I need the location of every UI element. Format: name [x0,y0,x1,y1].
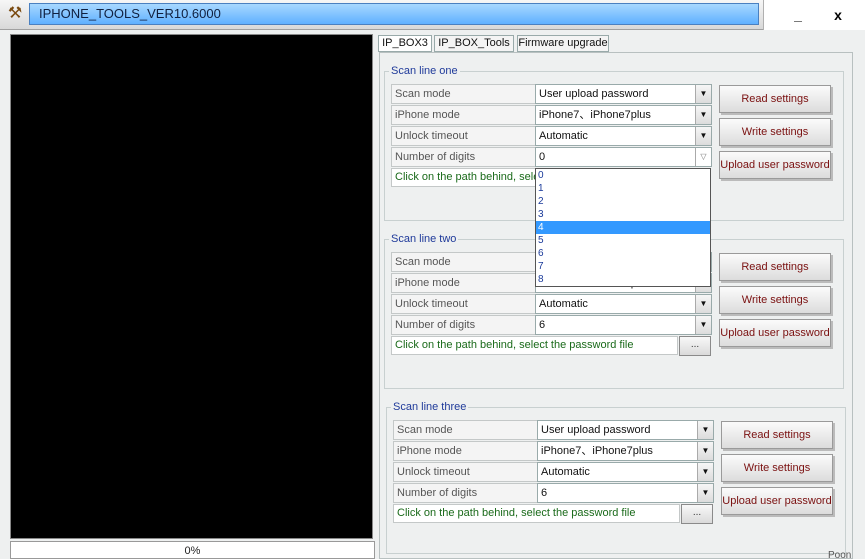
dropdown-arrow-icon[interactable]: ▼ [695,85,711,103]
unlock-timeout-value: Automatic [539,298,588,310]
number-of-digits-select[interactable]: 6 ▼ [535,315,712,335]
scan-mode-value: User upload password [539,88,649,100]
scan-mode-label: Scan mode [393,420,538,440]
dropdown-arrow-icon[interactable]: ▼ [695,127,711,145]
number-of-digits-select[interactable]: 0 ▽ [535,147,712,167]
minimize-button[interactable]: _ [788,6,808,24]
dropdown-arrow-icon[interactable]: ▼ [697,442,713,460]
iphone-mode-value: iPhone7、iPhone7plus [539,109,651,121]
tab-firmware-upgrade[interactable]: Firmware upgrade [517,35,609,52]
dropdown-arrow-icon[interactable]: ▼ [697,421,713,439]
dropdown-arrow-icon[interactable]: ▼ [695,316,711,334]
partial-footer-text: Poon [828,550,852,559]
group-title: Scan line two [389,232,459,246]
tab-ip-box3[interactable]: IP_BOX3 [378,35,432,52]
chevron-down-icon[interactable]: ▽ [695,148,711,166]
dropdown-arrow-icon[interactable]: ▼ [697,463,713,481]
tab-ip-box-tools[interactable]: IP_BOX_Tools [434,35,514,52]
dropdown-option[interactable]: 6 [536,247,710,260]
password-file-path[interactable]: Click on the path behind, select the pas… [393,504,680,523]
scan-mode-value: User upload password [541,424,651,436]
dropdown-option[interactable]: 5 [536,234,710,247]
dropdown-option[interactable]: 8 [536,273,710,286]
close-button[interactable]: x [828,6,848,24]
iphone-mode-label: iPhone mode [393,441,538,461]
number-of-digits-value: 6 [539,319,546,331]
dropdown-arrow-icon[interactable]: ▼ [695,106,711,124]
iphone-mode-label: iPhone mode [391,273,536,293]
write-settings-button[interactable]: Write settings [719,286,831,314]
iphone-mode-select[interactable]: iPhone7、iPhone7plus ▼ [537,441,714,461]
dropdown-option[interactable]: 4 [536,221,710,234]
number-of-digits-label: Number of digits [393,483,538,503]
log-console[interactable] [10,34,373,539]
window-controls: _ x [763,0,865,30]
dropdown-arrow-icon[interactable]: ▼ [697,484,713,502]
iphone-mode-value: iPhone7、iPhone7plus [541,445,653,457]
unlock-timeout-value: Automatic [541,466,590,478]
window-title: IPHONE_TOOLS_VER10.6000 [29,3,759,25]
dropdown-option[interactable]: 2 [536,195,710,208]
hammer-wrench-icon[interactable]: ⚒ [4,3,26,25]
unlock-timeout-label: Unlock timeout [391,294,536,314]
dropdown-option[interactable]: 0 [536,169,710,182]
unlock-timeout-value: Automatic [539,130,588,142]
password-file-path[interactable]: Click on the path behind, select the pas… [391,336,678,355]
number-of-digits-select[interactable]: 6 ▼ [537,483,714,503]
dropdown-option[interactable]: 1 [536,182,710,195]
progress-bar: 0% [10,541,375,559]
unlock-timeout-select[interactable]: Automatic ▼ [535,126,712,146]
group-title: Scan line one [389,64,460,78]
write-settings-button[interactable]: Write settings [719,118,831,146]
read-settings-button[interactable]: Read settings [719,253,831,281]
group-title: Scan line three [391,400,469,414]
unlock-timeout-label: Unlock timeout [393,462,538,482]
read-settings-button[interactable]: Read settings [721,421,833,449]
number-of-digits-value: 0 [539,151,546,163]
unlock-timeout-select[interactable]: Automatic ▼ [537,462,714,482]
dropdown-option[interactable]: 3 [536,208,710,221]
iphone-mode-label: iPhone mode [391,105,536,125]
scan-mode-select[interactable]: User upload password ▼ [537,420,714,440]
unlock-timeout-select[interactable]: Automatic ▼ [535,294,712,314]
write-settings-button[interactable]: Write settings [721,454,833,482]
number-of-digits-label: Number of digits [391,147,536,167]
upload-user-password-button[interactable]: Upload user password [719,319,831,347]
browse-button[interactable]: ... [679,336,711,356]
upload-user-password-button[interactable]: Upload user password [719,151,831,179]
dropdown-option[interactable]: 7 [536,260,710,273]
scan-mode-label: Scan mode [391,84,536,104]
number-of-digits-dropdown-list: 0 1 2 3 4 5 6 7 8 [535,168,711,287]
number-of-digits-label: Number of digits [391,315,536,335]
scan-mode-select[interactable]: User upload password ▼ [535,84,712,104]
iphone-mode-select[interactable]: iPhone7、iPhone7plus ▼ [535,105,712,125]
read-settings-button[interactable]: Read settings [719,85,831,113]
dropdown-arrow-icon[interactable]: ▼ [695,295,711,313]
number-of-digits-value: 6 [541,487,548,499]
upload-user-password-button[interactable]: Upload user password [721,487,833,515]
password-file-path[interactable]: Click on the path behind, select [391,168,536,187]
title-bar: ⚒ IPHONE_TOOLS_VER10.6000 _ x [0,0,865,30]
scan-mode-label: Scan mode [391,252,536,272]
unlock-timeout-label: Unlock timeout [391,126,536,146]
browse-button[interactable]: ... [681,504,713,524]
